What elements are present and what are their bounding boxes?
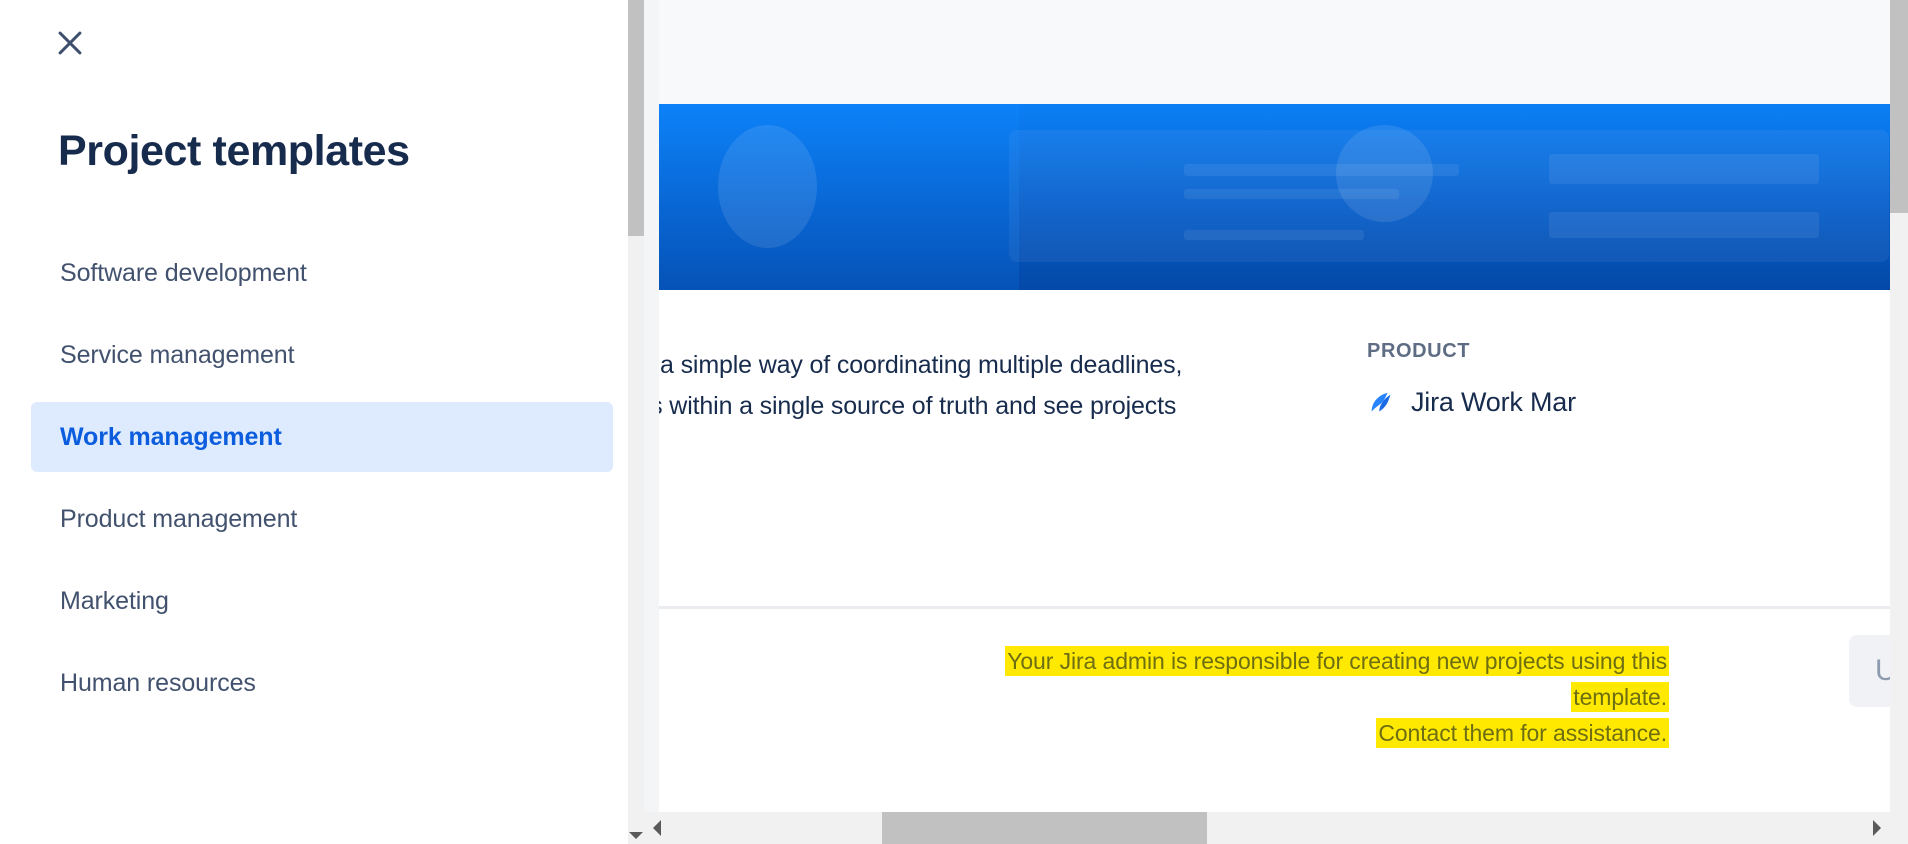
page-vertical-scrollbar[interactable] — [1890, 0, 1908, 844]
hero-decorative-bar — [1549, 212, 1819, 238]
sidebar-item-service-management[interactable]: Service management — [0, 320, 613, 390]
template-category-nav: Software development Service management … — [0, 238, 644, 730]
scroll-right-arrow-icon[interactable] — [1868, 812, 1886, 844]
scrollbar-corner — [1890, 812, 1908, 844]
close-icon[interactable] — [45, 18, 95, 68]
template-footer: Your Jira admin is responsible for creat… — [659, 609, 1893, 789]
content-vertical-scrollbar-thumb[interactable] — [628, 0, 644, 236]
sidebar-item-label: Software development — [60, 258, 307, 287]
sidebar-item-software-development[interactable]: Software development — [0, 238, 613, 308]
template-description: mplate provides a simple way of coordina… — [659, 345, 1409, 427]
template-hero-banner: nt — [659, 104, 1893, 290]
admin-note-line-1: Your Jira admin is responsible for creat… — [1005, 646, 1669, 712]
content-vertical-scrollbar[interactable] — [628, 0, 644, 844]
page-vertical-scrollbar-thumb[interactable] — [1890, 0, 1908, 213]
sidebar-item-work-management[interactable]: Work management — [31, 402, 613, 472]
template-description-line: mplate provides a simple way of coordina… — [659, 351, 1183, 379]
hero-decorative-bar — [1549, 154, 1819, 184]
hero-decorative-card — [1009, 130, 1889, 262]
sidebar-item-label: Work management — [60, 422, 282, 451]
template-detail-pane: nt mplate provides a simple way of coord… — [644, 0, 1908, 844]
admin-responsibility-note: Your Jira admin is responsible for creat… — [929, 643, 1669, 751]
product-info: PRODUCT Jira Work Mar — [1367, 340, 1576, 418]
card-top-strip — [659, 0, 1893, 104]
project-templates-sidebar: Project templates Software development S… — [0, 0, 644, 844]
product-name: Jira Work Mar — [1411, 387, 1576, 417]
use-template-button[interactable]: U — [1849, 635, 1893, 707]
page-title: Project templates — [58, 127, 410, 175]
sidebar-item-label: Product management — [60, 504, 298, 533]
sidebar-item-label: Human resources — [60, 668, 256, 697]
sidebar-item-label: Marketing — [60, 586, 169, 615]
sidebar-item-label: Service management — [60, 340, 295, 369]
hero-decorative-circle — [1336, 125, 1433, 222]
sidebar-item-product-management[interactable]: Product management — [0, 484, 613, 554]
app-root: Project templates Software development S… — [0, 0, 1908, 844]
page-horizontal-scrollbar[interactable] — [644, 812, 1908, 844]
template-description-line: l involved parties within a single sourc… — [659, 392, 1177, 420]
hero-decorative-ellipse — [718, 125, 817, 248]
product-label: PRODUCT — [1367, 340, 1471, 362]
sidebar-item-marketing[interactable]: Marketing — [0, 566, 613, 636]
page-horizontal-scrollbar-thumb[interactable] — [882, 812, 1207, 844]
scroll-left-arrow-icon[interactable] — [648, 812, 666, 844]
hero-decorative-bar — [1184, 230, 1364, 240]
admin-note-line-2: Contact them for assistance. — [1376, 718, 1669, 748]
scroll-down-arrow-icon[interactable] — [628, 826, 644, 844]
sidebar-item-human-resources[interactable]: Human resources — [0, 648, 613, 718]
hero-gradient-overlay — [659, 104, 1019, 290]
product-row: Jira Work Mar — [1367, 387, 1576, 418]
jira-work-management-logo-icon — [1371, 392, 1391, 411]
template-body: mplate provides a simple way of coordina… — [659, 290, 1893, 789]
template-detail-card: nt mplate provides a simple way of coord… — [659, 0, 1893, 812]
